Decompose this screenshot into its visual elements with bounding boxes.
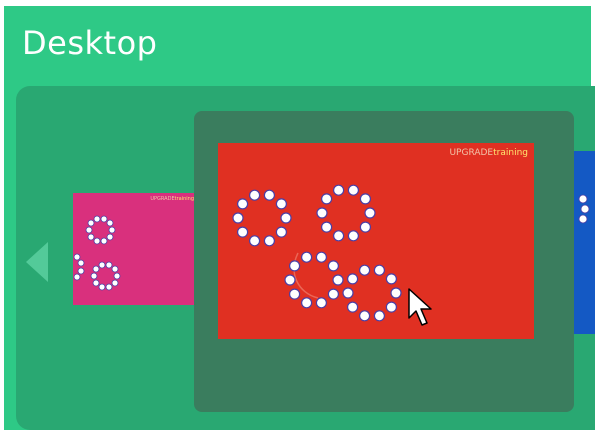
wallpaper-dot	[347, 273, 359, 285]
wallpaper-dot	[237, 226, 249, 238]
wallpaper-dot	[373, 264, 385, 276]
wallpaper-dot	[300, 297, 313, 309]
chevron-left-icon[interactable]	[26, 242, 48, 282]
wallpaper-pattern	[232, 184, 402, 322]
wallpaper-dot	[332, 184, 345, 196]
desktop-switcher-window: Desktop UPGRADEtraining UPGRADEtraining	[4, 6, 595, 430]
wallpaper-dot	[347, 184, 359, 196]
wallpaper-dot	[332, 230, 345, 242]
wallpaper-dot	[327, 288, 340, 300]
wallpaper-dot	[263, 235, 276, 247]
wallpaper-dot	[275, 226, 288, 238]
page-title: Desktop	[22, 24, 158, 62]
wallpaper-dot	[315, 251, 328, 263]
wallpaper-dot	[385, 301, 397, 313]
wallpaper-dot	[347, 301, 359, 313]
wallpaper-dot	[364, 207, 376, 219]
wallpaper-dot	[248, 189, 261, 201]
wallpaper-dot	[359, 310, 371, 322]
workspace-thumbnail-red[interactable]: UPGRADEtraining	[218, 143, 534, 339]
wallpaper-dot	[280, 212, 292, 224]
wallpaper-dot	[315, 297, 328, 309]
wallpaper-dot	[288, 288, 301, 300]
wallpaper-dot	[232, 212, 244, 224]
selected-workspace-frame: UPGRADEtraining	[194, 111, 574, 412]
wallpaper-dot	[320, 221, 333, 233]
wallpaper-dot	[359, 221, 371, 233]
wallpaper-dot	[320, 193, 333, 205]
wallpaper-dot	[300, 251, 313, 263]
wallpaper-dot	[390, 287, 402, 299]
mouse-pointer-icon	[408, 288, 432, 326]
wallpaper-dot	[359, 264, 371, 276]
wallpaper-dot	[237, 198, 249, 210]
wallpaper-dot	[275, 198, 288, 210]
wallpaper-dot	[316, 207, 328, 219]
wallpaper-dot	[373, 310, 385, 322]
wallpaper-dot	[327, 260, 340, 272]
wallpaper-dot	[359, 193, 371, 205]
wallpaper-brand-text: UPGRADEtraining	[449, 148, 528, 158]
workspace-thumbnail-pink[interactable]: UPGRADEtraining	[73, 193, 198, 305]
wallpaper-brand-text: UPGRADEtraining	[150, 196, 194, 202]
wallpaper-dot	[332, 274, 344, 286]
wallpaper-dot	[342, 287, 354, 299]
wallpaper-dot	[288, 260, 301, 272]
wallpaper-pattern	[73, 215, 121, 291]
wallpaper-dot	[263, 189, 276, 201]
wallpaper-dot	[385, 273, 397, 285]
wallpaper-dot	[347, 230, 359, 242]
wallpaper-dot	[248, 235, 261, 247]
workspace-carousel: UPGRADEtraining UPGRADEtraining	[16, 86, 595, 430]
wallpaper-dot	[284, 274, 296, 286]
